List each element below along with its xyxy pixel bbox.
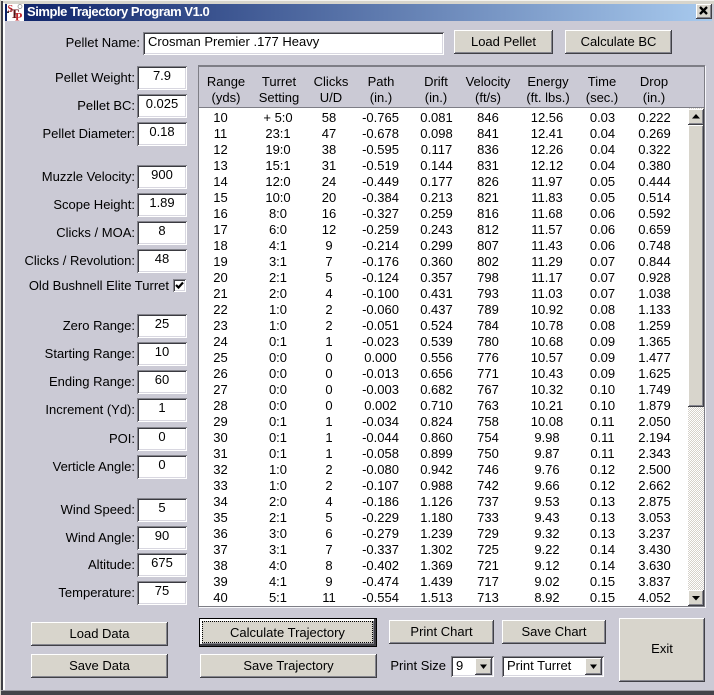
svg-text:P: P xyxy=(15,10,22,22)
